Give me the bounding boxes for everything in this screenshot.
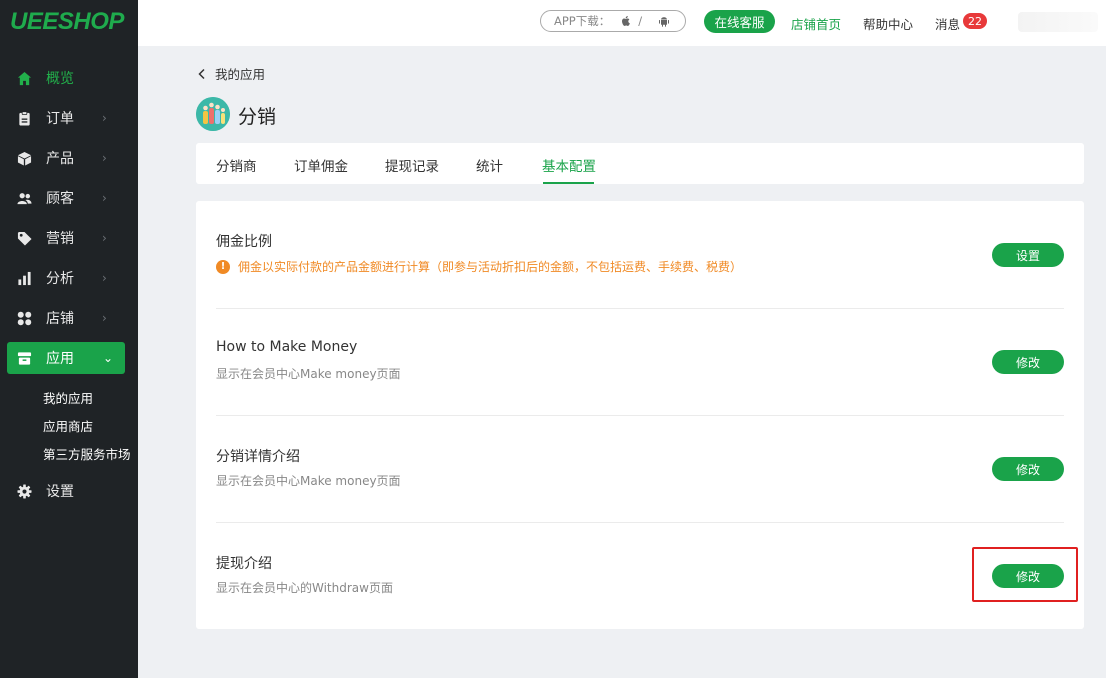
box-icon — [16, 150, 32, 166]
app-separator: / — [638, 14, 643, 28]
chevron-left-icon — [198, 68, 205, 79]
sidebar-item-analytics[interactable]: 分析 › — [0, 258, 138, 298]
messages-link[interactable]: 消息 — [935, 14, 960, 33]
subnav-third-party-market[interactable]: 第三方服务市场 — [43, 444, 131, 463]
tab-statistics[interactable]: 统计 — [476, 155, 503, 175]
home-icon — [16, 70, 32, 86]
sidebar-item-apps[interactable]: 应用 ⌄ — [7, 342, 125, 374]
sidebar-item-label: 设置 — [46, 484, 74, 500]
page-title: 分销 — [238, 106, 277, 128]
subnav-my-apps[interactable]: 我的应用 — [43, 388, 93, 407]
sidebar-item-products[interactable]: 产品 › — [0, 138, 138, 178]
distribution-details-title: 分销详情介绍 — [216, 449, 300, 465]
highlight-box — [972, 547, 1078, 602]
chevron-right-icon: › — [102, 271, 107, 285]
message-count-badge[interactable]: 22 — [963, 13, 987, 29]
tab-withdraw-records[interactable]: 提现记录 — [385, 155, 439, 175]
sidebar-item-label: 订单 — [46, 111, 74, 127]
app-download-label: APP下载： — [554, 14, 611, 28]
commission-warning-text: 佣金以实际付款的产品金额进行计算（即参与活动折扣后的金额，不包括运费、手续费、税… — [238, 260, 743, 274]
sidebar-item-customers[interactable]: 顾客 › — [0, 178, 138, 218]
edit-make-money-button[interactable]: 修改 — [992, 350, 1064, 374]
apple-icon[interactable] — [620, 15, 632, 27]
make-money-title: How to Make Money — [216, 339, 358, 355]
users-icon — [16, 190, 32, 206]
gear-icon — [16, 483, 32, 499]
withdraw-intro-title: 提现介绍 — [216, 556, 272, 572]
store-home-link[interactable]: 店铺首页 — [791, 14, 841, 33]
back-link[interactable]: 我的应用 — [196, 64, 265, 83]
row-divider — [216, 308, 1064, 309]
sidebar-item-label: 产品 — [46, 151, 74, 167]
commission-ratio-title: 佣金比例 — [216, 234, 272, 250]
help-center-link[interactable]: 帮助中心 — [863, 14, 913, 33]
sidebar-item-label: 店铺 — [46, 311, 74, 327]
warning-icon: ! — [216, 259, 230, 274]
distribution-details-desc: 显示在会员中心Make money页面 — [216, 474, 401, 488]
android-icon[interactable] — [658, 15, 670, 27]
sidebar-item-marketing[interactable]: 营销 › — [0, 218, 138, 258]
sidebar-item-orders[interactable]: 订单 › — [0, 98, 138, 138]
sidebar-item-store[interactable]: 店铺 › — [0, 298, 138, 338]
clipboard-icon — [16, 110, 32, 126]
top-bar: APP下载： / 在线客服 店铺首页 帮助中心 消息 22 — [138, 0, 1106, 46]
active-tab-indicator — [543, 182, 594, 184]
bar-chart-icon — [16, 270, 32, 286]
tab-basic-config[interactable]: 基本配置 — [542, 155, 596, 175]
row-divider — [216, 522, 1064, 523]
chevron-right-icon: › — [102, 111, 107, 125]
chevron-right-icon: › — [102, 311, 107, 325]
commission-warning: ! 佣金以实际付款的产品金额进行计算（即参与活动折扣后的金额，不包括运费、手续费… — [216, 258, 742, 275]
sidebar-item-label: 概览 — [46, 71, 74, 87]
user-account-menu[interactable] — [1018, 12, 1098, 32]
tag-icon — [16, 230, 32, 246]
store-icon — [16, 350, 32, 366]
sidebar: UEESHOP 概览 订单 › 产品 › 顾客 › 营销 › 分析 › 店铺 ›… — [0, 0, 138, 678]
chevron-down-icon: ⌄ — [103, 351, 114, 365]
chevron-right-icon: › — [102, 191, 107, 205]
subnav-app-store[interactable]: 应用商店 — [43, 416, 93, 435]
app-download-pill[interactable]: APP下载： / — [540, 10, 686, 32]
tab-distributors[interactable]: 分销商 — [216, 155, 257, 175]
sidebar-item-label: 营销 — [46, 231, 74, 247]
set-commission-button[interactable]: 设置 — [992, 243, 1064, 267]
withdraw-intro-desc: 显示在会员中心的Withdraw页面 — [216, 581, 393, 595]
sidebar-item-label: 应用 — [46, 351, 74, 367]
tab-order-commission[interactable]: 订单佣金 — [294, 155, 348, 175]
make-money-desc: 显示在会员中心Make money页面 — [216, 367, 401, 381]
tab-bar: 分销商 订单佣金 提现记录 统计 基本配置 — [196, 143, 1084, 184]
sidebar-item-settings[interactable]: 设置 — [0, 471, 138, 511]
edit-distribution-details-button[interactable]: 修改 — [992, 457, 1064, 481]
row-divider — [216, 415, 1064, 416]
sidebar-item-overview[interactable]: 概览 — [0, 58, 138, 98]
chevron-right-icon: › — [102, 151, 107, 165]
sidebar-item-label: 顾客 — [46, 191, 74, 207]
chevron-right-icon: › — [102, 231, 107, 245]
online-service-button[interactable]: 在线客服 — [704, 10, 775, 33]
grid-icon — [16, 310, 32, 326]
sidebar-item-label: 分析 — [46, 271, 74, 287]
brand-logo[interactable]: UEESHOP — [10, 8, 124, 36]
app-logo-icon — [196, 97, 230, 131]
back-link-label: 我的应用 — [215, 67, 266, 82]
